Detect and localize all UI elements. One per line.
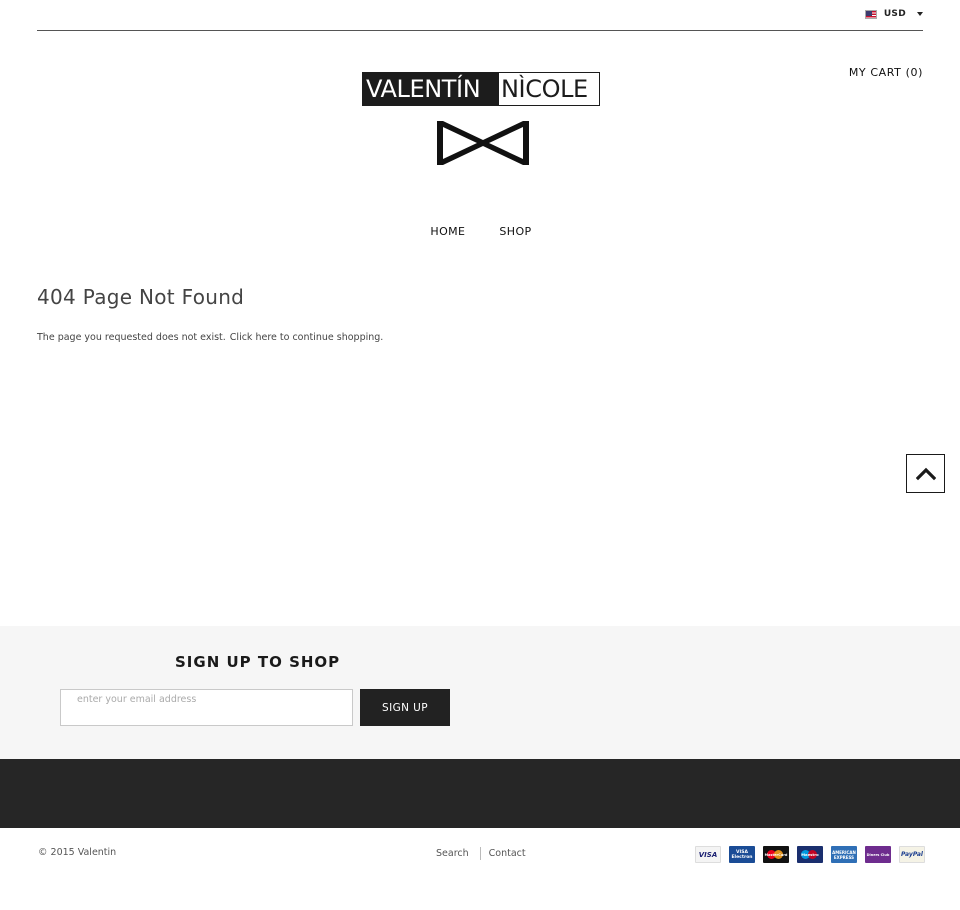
cart-link[interactable]: MY CART (0) <box>849 66 923 79</box>
diners-card-label: Diners Club <box>866 852 890 857</box>
page-title: 404 Page Not Found <box>37 285 245 309</box>
mastercard-card-label: MasterCard <box>764 852 788 857</box>
email-input[interactable] <box>60 689 353 726</box>
main-nav: HOME SHOP <box>0 225 960 238</box>
nav-item-shop[interactable]: SHOP <box>499 225 531 238</box>
not-found-message: The page you requested does not exist. C… <box>37 332 383 343</box>
paypal-card-icon: PayPal <box>899 846 925 863</box>
logo-text-left: VALENTÍN <box>363 73 499 105</box>
footer-band <box>0 759 960 828</box>
continue-shopping-link[interactable]: Click here to continue shopping. <box>230 332 384 343</box>
message-text: The page you requested does not exist. <box>37 332 226 343</box>
visa-electron-card-sub: Electron <box>731 854 753 860</box>
back-to-top-button[interactable] <box>906 454 945 493</box>
footer-links: Search Contact <box>436 847 526 860</box>
currency-label: USD <box>883 9 906 19</box>
newsletter-section: SIGN UP TO SHOP SIGN UP <box>0 626 960 759</box>
footer-link-search[interactable]: Search <box>436 848 469 859</box>
paypal-card-label: PayPal <box>901 851 923 858</box>
footer-link-contact[interactable]: Contact <box>489 848 526 859</box>
newsletter-title: SIGN UP TO SHOP <box>175 653 341 671</box>
amex-card-sub: EXPRESS <box>833 854 855 860</box>
cart-count: (0) <box>905 66 923 79</box>
cart-label: MY CART <box>848 66 902 79</box>
payment-methods: VISA VISA Electron MasterCard Maestro AM… <box>695 846 925 863</box>
american-express-card-icon: AMERICAN EXPRESS <box>831 846 857 863</box>
top-bar: USD <box>37 0 923 31</box>
diners-club-card-icon: Diners Club <box>865 846 891 863</box>
visa-card-icon: VISA <box>695 846 721 863</box>
store-logo[interactable]: VALENTÍN NÌCOLE <box>362 72 600 106</box>
sign-up-button[interactable]: SIGN UP <box>360 689 450 726</box>
bow-tie-icon <box>437 121 529 165</box>
visa-electron-card-icon: VISA Electron <box>729 846 755 863</box>
logo-text-right: NÌCOLE <box>499 73 599 105</box>
copyright: © 2015 Valentin <box>38 847 117 858</box>
chevron-down-icon <box>917 12 923 16</box>
mastercard-card-icon: MasterCard <box>763 846 789 863</box>
nav-item-home[interactable]: HOME <box>430 225 465 238</box>
maestro-card-icon: Maestro <box>797 846 823 863</box>
maestro-card-label: Maestro <box>801 852 819 857</box>
visa-card-label: VISA <box>698 850 718 859</box>
currency-selector[interactable]: USD <box>864 9 923 19</box>
footer-divider <box>479 847 481 860</box>
us-flag-icon <box>864 9 877 19</box>
chevron-up-icon <box>915 467 936 480</box>
